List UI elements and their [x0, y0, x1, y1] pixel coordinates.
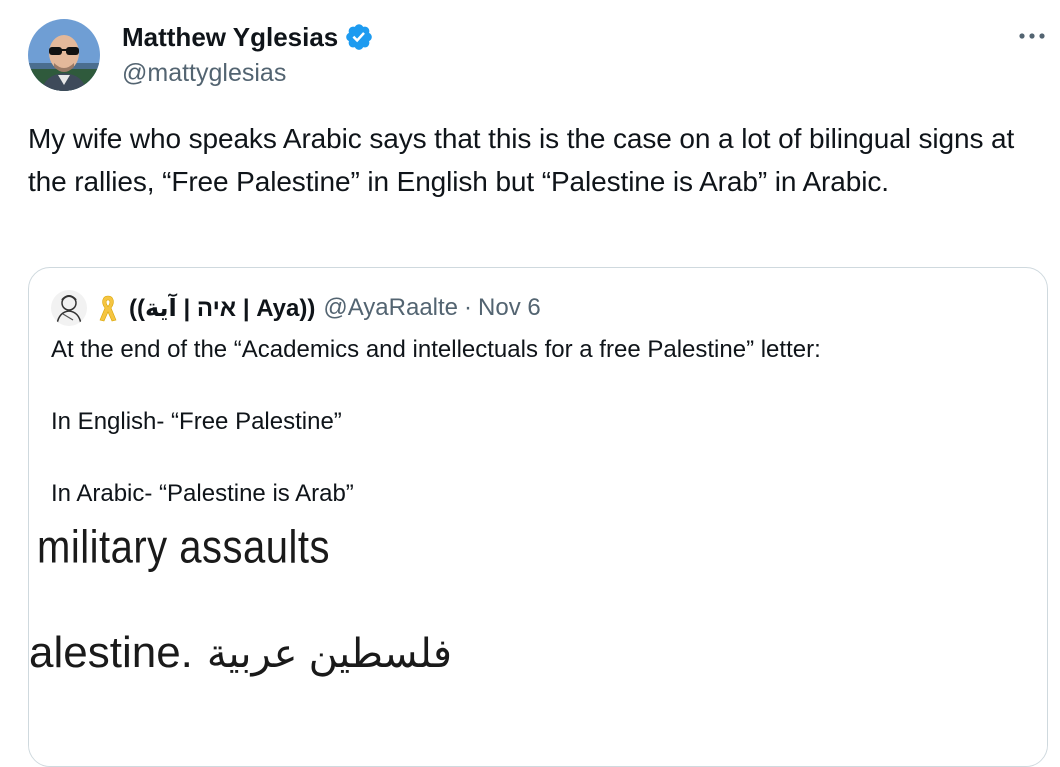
- author-handle[interactable]: @mattyglesias: [122, 56, 286, 90]
- avatar-photo: [28, 19, 100, 91]
- quoted-text-line: In English- “Free Palestine”: [51, 408, 342, 435]
- media-text-line: alestine. فلسطين عربية: [29, 628, 452, 678]
- author-name[interactable]: Matthew Yglesias: [122, 19, 374, 55]
- more-options-button[interactable]: [1012, 20, 1052, 52]
- author-name-text: Matthew Yglesias: [122, 22, 339, 52]
- quoted-date[interactable]: Nov 6: [478, 294, 541, 322]
- tweet-text: My wife who speaks Arabic says that this…: [28, 123, 1015, 197]
- media-text-arabic: فلسطين عربية: [206, 632, 452, 676]
- media-text-english: alestine.: [29, 628, 193, 677]
- separator-dot: ·: [464, 294, 473, 321]
- media-text-line: military assaults: [37, 522, 331, 573]
- quoted-author-avatar[interactable]: [51, 290, 87, 326]
- quoted-media-image[interactable]: military assaults alestine. فلسطين عربية: [29, 518, 1047, 766]
- quoted-text: At the end of the “Academics and intelle…: [51, 332, 1031, 548]
- quoted-text-line: At the end of the “Academics and intelle…: [51, 336, 821, 363]
- verified-badge-icon: [344, 22, 374, 52]
- quoted-header: ((איה | آية | Aya)) @AyaRaalte · Nov 6: [97, 290, 541, 326]
- tweet: Matthew Yglesias @mattyglesias My wife w…: [0, 0, 1060, 767]
- quoted-tweet-card[interactable]: ((איה | آية | Aya)) @AyaRaalte · Nov 6 A…: [28, 267, 1048, 767]
- yellow-ribbon-icon: [97, 293, 119, 323]
- author-avatar[interactable]: [28, 19, 100, 91]
- avatar-sketch: [51, 290, 87, 326]
- quoted-author-handle[interactable]: @AyaRaalte: [323, 294, 458, 322]
- quoted-text-line: In Arabic- “Palestine is Arab”: [51, 480, 354, 507]
- quoted-author-name[interactable]: ((איה | آية | Aya)): [129, 294, 315, 323]
- more-horizontal-icon: [1019, 33, 1045, 39]
